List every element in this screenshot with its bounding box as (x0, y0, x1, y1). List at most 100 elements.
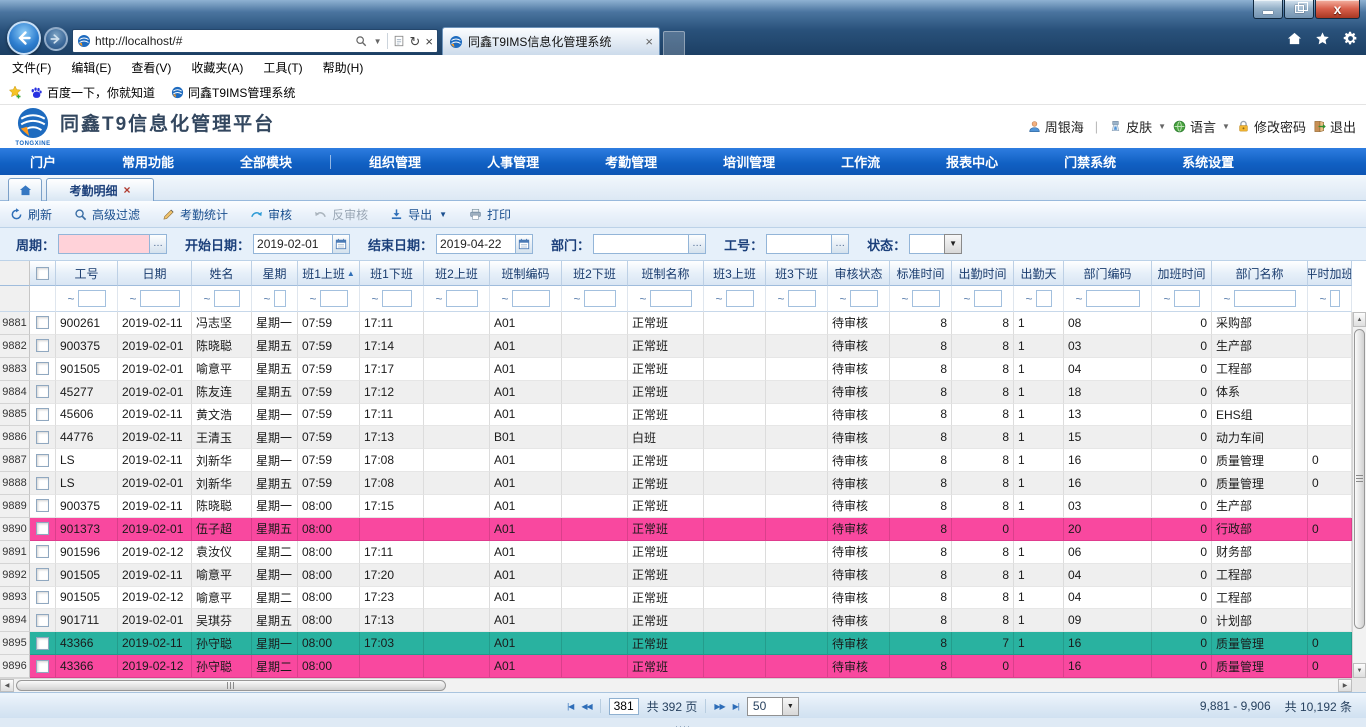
gear-icon[interactable] (1343, 31, 1358, 46)
search-dropdown-caret-icon[interactable]: ▼ (374, 37, 382, 46)
column-header-shift_code[interactable]: 班制编码 (490, 261, 562, 286)
cell-s3_in[interactable] (704, 404, 766, 427)
tab-attendance-detail[interactable]: 考勤明细 × (46, 178, 154, 201)
cell-dept_name[interactable]: 质量管理 (1212, 655, 1308, 678)
cell-s2_in[interactable] (424, 404, 490, 427)
cell-name[interactable]: 喻意平 (192, 587, 252, 610)
cell-s2_out[interactable] (562, 449, 628, 472)
cell-weekday_ot[interactable] (1308, 335, 1352, 358)
cell-s3_out[interactable] (766, 335, 828, 358)
cell-s3_in[interactable] (704, 381, 766, 404)
cell-date[interactable]: 2019-02-11 (118, 564, 192, 587)
scroll-down-button[interactable]: ▼ (1353, 663, 1366, 678)
cell-s3_in[interactable] (704, 495, 766, 518)
cell-s3_in[interactable] (704, 335, 766, 358)
table-row[interactable]: 98909013732019-02-01伍子超星期五08:00A01正常班待审核… (0, 518, 1352, 541)
column-header-s1_out[interactable]: 班1下班 (360, 261, 424, 286)
cell-shift_name[interactable]: 正常班 (628, 381, 704, 404)
table-row[interactable]: 98819002612019-02-11冯志坚星期一07:5917:11A01正… (0, 312, 1352, 335)
dropdown-caret-icon[interactable]: ▼ (439, 210, 447, 219)
cell-weekday_ot[interactable]: 0 (1308, 449, 1352, 472)
cell-audit_status[interactable]: 待审核 (828, 632, 890, 655)
table-row[interactable]: 98929015052019-02-11喻意平星期一08:0017:20A01正… (0, 564, 1352, 587)
cell-weekday[interactable]: 星期一 (252, 632, 298, 655)
cell-s2_in[interactable] (424, 655, 490, 678)
column-header-s3_in[interactable]: 班3上班 (704, 261, 766, 286)
cell-s1_out[interactable] (360, 655, 424, 678)
cell-s2_in[interactable] (424, 472, 490, 495)
cell-ot_time[interactable]: 0 (1152, 472, 1212, 495)
cell-att_time[interactable]: 0 (952, 518, 1014, 541)
cell-emp_no[interactable]: 900375 (56, 335, 118, 358)
column-filter-input[interactable] (1036, 290, 1052, 307)
cell-shift_name[interactable]: 白班 (628, 426, 704, 449)
cell-std_time[interactable]: 8 (890, 449, 952, 472)
favorites-bar-item[interactable]: 百度一下，你就知道 (30, 84, 155, 101)
cell-att_days[interactable]: 1 (1014, 449, 1064, 472)
column-filter-input[interactable] (1086, 290, 1140, 307)
cell-dept_name[interactable]: 工程部 (1212, 358, 1308, 381)
cell-att_days[interactable]: 1 (1014, 609, 1064, 632)
cell-s2_in[interactable] (424, 449, 490, 472)
cell-weekday_ot[interactable] (1308, 541, 1352, 564)
nav-item[interactable]: 人事管理 (487, 152, 539, 171)
row-checkbox[interactable] (36, 591, 49, 604)
cell-weekday_ot[interactable] (1308, 358, 1352, 381)
cell-s1_in[interactable]: 08:00 (298, 564, 360, 587)
row-checkbox[interactable] (36, 362, 49, 375)
cell-date[interactable]: 2019-02-12 (118, 587, 192, 610)
home-icon[interactable] (1287, 31, 1302, 46)
cell-s2_in[interactable] (424, 632, 490, 655)
column-filter-input[interactable] (140, 290, 180, 307)
cell-s1_out[interactable]: 17:08 (360, 449, 424, 472)
cell-weekday[interactable]: 星期一 (252, 426, 298, 449)
cell-emp_no[interactable]: 901505 (56, 587, 118, 610)
cell-att_days[interactable]: 1 (1014, 312, 1064, 335)
cell-std_time[interactable]: 8 (890, 495, 952, 518)
cell-dept_name[interactable]: 采购部 (1212, 312, 1308, 335)
cell-audit_status[interactable]: 待审核 (828, 564, 890, 587)
cell-audit_status[interactable]: 待审核 (828, 335, 890, 358)
cell-shift_name[interactable]: 正常班 (628, 632, 704, 655)
cell-ot_time[interactable]: 0 (1152, 518, 1212, 541)
page-size-value[interactable]: 50 (747, 697, 783, 716)
column-header-dept_name[interactable]: 部门名称 (1212, 261, 1308, 286)
period-input[interactable] (58, 234, 150, 254)
cell-s2_in[interactable] (424, 609, 490, 632)
cell-std_time[interactable]: 8 (890, 472, 952, 495)
row-checkbox[interactable] (36, 477, 49, 490)
cell-s2_in[interactable] (424, 426, 490, 449)
cell-s3_out[interactable] (766, 426, 828, 449)
cell-emp_no[interactable]: 45277 (56, 381, 118, 404)
cell-weekday[interactable]: 星期一 (252, 449, 298, 472)
vertical-scroll-thumb[interactable] (1354, 329, 1365, 629)
cell-audit_status[interactable]: 待审核 (828, 358, 890, 381)
column-header-weekday[interactable]: 星期 (252, 261, 298, 286)
row-checkbox[interactable] (36, 637, 49, 650)
cell-s1_out[interactable]: 17:13 (360, 609, 424, 632)
cell-shift_name[interactable]: 正常班 (628, 655, 704, 678)
cell-audit_status[interactable]: 待审核 (828, 426, 890, 449)
cell-ot_time[interactable]: 0 (1152, 495, 1212, 518)
cell-date[interactable]: 2019-02-01 (118, 335, 192, 358)
cell-date[interactable]: 2019-02-11 (118, 632, 192, 655)
table-row[interactable]: 9896433662019-02-12孙守聪星期二08:00A01正常班待审核8… (0, 655, 1352, 678)
cell-weekday_ot[interactable] (1308, 404, 1352, 427)
cell-att_days[interactable]: 1 (1014, 587, 1064, 610)
column-header-emp_no[interactable]: 工号 (56, 261, 118, 286)
cell-s3_out[interactable] (766, 564, 828, 587)
table-row[interactable]: 98949017112019-02-01吴琪芬星期五08:0017:13A01正… (0, 609, 1352, 632)
cell-s3_in[interactable] (704, 587, 766, 610)
cell-s2_out[interactable] (562, 312, 628, 335)
cell-weekday[interactable]: 星期二 (252, 541, 298, 564)
table-row[interactable]: 9888LS2019-02-01刘新华星期五07:5917:08A01正常班待审… (0, 472, 1352, 495)
cell-weekday_ot[interactable] (1308, 495, 1352, 518)
cell-s3_in[interactable] (704, 518, 766, 541)
cell-s3_in[interactable] (704, 449, 766, 472)
cell-dept_code[interactable]: 09 (1064, 609, 1152, 632)
cell-weekday[interactable]: 星期五 (252, 335, 298, 358)
column-filter-input[interactable] (320, 290, 348, 307)
cell-s2_out[interactable] (562, 335, 628, 358)
cell-dept_name[interactable]: 工程部 (1212, 587, 1308, 610)
cell-s3_out[interactable] (766, 381, 828, 404)
